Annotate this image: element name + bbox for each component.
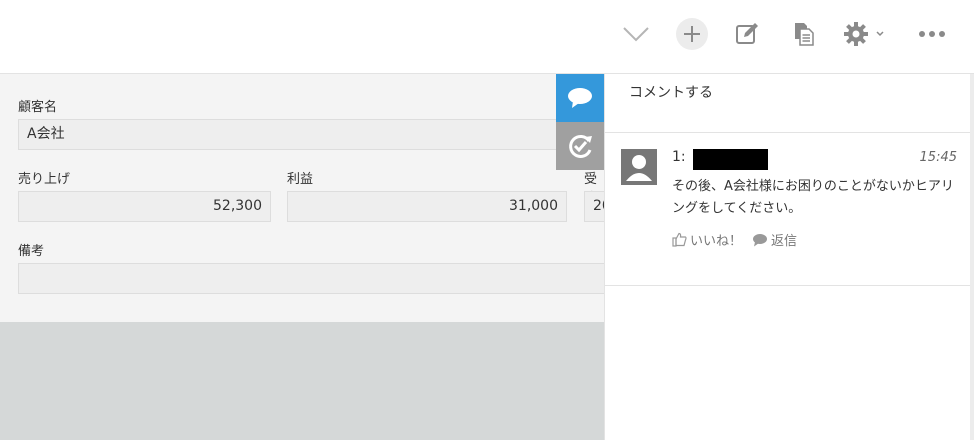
order-field[interactable]: 20 (584, 191, 604, 222)
history-icon (569, 134, 592, 158)
sales-label: 売り上げ (18, 172, 71, 187)
history-tab[interactable] (556, 122, 604, 170)
panel-scroll-edge (970, 74, 974, 440)
comment-author-redacted (693, 149, 768, 170)
thumbs-up-icon (672, 232, 687, 247)
like-label: いいね！ (690, 234, 743, 249)
reply-label: 返信 (771, 234, 798, 249)
profit-field[interactable]: 31,000 (287, 191, 567, 222)
profit-label: 利益 (287, 172, 314, 187)
chevron-down-icon[interactable] (620, 18, 652, 50)
record-form: 顧客名 A会社 売り上げ 52,300 利益 31,000 受注 20 備考 (0, 74, 604, 322)
speech-bubble-icon (568, 88, 592, 108)
edit-icon (736, 23, 758, 44)
gear-icon (844, 22, 868, 46)
notes-label: 備考 (18, 244, 45, 259)
comment-panel: コメントする 1: 15:45 その後、A会社様にお困りのことがないかヒアリング… (604, 74, 971, 440)
comment-post-input[interactable]: コメントする (629, 82, 713, 102)
like-button[interactable]: いいね！ (672, 230, 742, 249)
user-silhouette-icon (626, 155, 652, 181)
settings-button[interactable] (842, 18, 890, 50)
customer-name-field[interactable]: A会社 (18, 119, 604, 150)
copy-record-icon (795, 23, 814, 46)
comment-body: その後、A会社様にお困りのことがないかヒアリングをしてください。 (672, 179, 954, 216)
customer-name-label: 顧客名 (18, 100, 58, 115)
avatar (621, 149, 657, 185)
comment-actions: いいね！ 返信 (672, 230, 807, 249)
more-options-button[interactable] (916, 18, 948, 50)
plus-icon (684, 26, 700, 42)
notes-field[interactable] (18, 263, 604, 294)
more-icon (919, 31, 945, 37)
comment-timestamp: 15:45 (919, 150, 957, 165)
add-record-button[interactable] (676, 18, 708, 50)
toolbar (0, 0, 974, 74)
duplicate-record-button[interactable] (788, 18, 820, 50)
comment-item: 1: 15:45 その後、A会社様にお困りのことがないかヒアリングをしてください… (605, 133, 971, 286)
reply-button[interactable]: 返信 (752, 230, 797, 249)
comment-number: 1: (672, 149, 686, 165)
edit-button[interactable] (731, 18, 763, 50)
sales-field[interactable]: 52,300 (18, 191, 271, 222)
comments-tab[interactable] (556, 74, 604, 122)
chevron-down-small-icon (876, 31, 884, 37)
reply-bubble-icon (753, 233, 768, 246)
